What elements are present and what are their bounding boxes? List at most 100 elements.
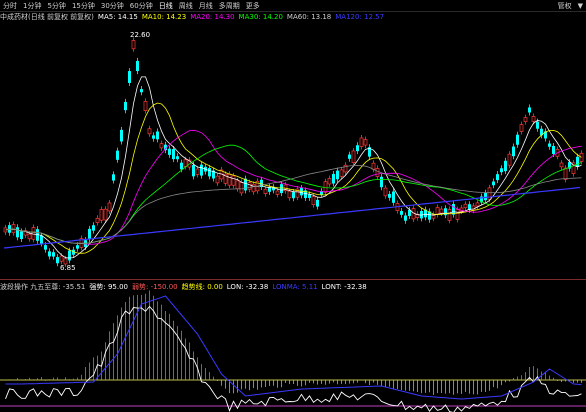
candle-body: [292, 192, 295, 199]
candle-body: [512, 146, 515, 157]
candle-body: [140, 89, 143, 93]
ma5-line: [5, 76, 582, 259]
candle-body: [339, 169, 344, 177]
candle-body: [380, 176, 383, 188]
candle-body: [31, 227, 36, 240]
high-price-annotation: 22.60: [130, 31, 150, 39]
candle-body: [59, 255, 64, 262]
candle-body: [404, 215, 407, 221]
candle-body: [332, 173, 335, 184]
candle-body: [120, 129, 123, 142]
low-price-annotation: 6.85: [60, 264, 76, 272]
candle-body: [435, 207, 440, 215]
ma20-line: [5, 129, 582, 245]
candle-body: [263, 188, 268, 194]
candle-body: [176, 156, 179, 160]
candle-body: [463, 203, 468, 209]
candle-body: [44, 245, 47, 250]
candle-body: [48, 251, 51, 257]
candle-body: [523, 117, 528, 123]
candle-body: [311, 196, 316, 206]
candle-body: [348, 154, 351, 159]
candle-body: [576, 156, 579, 167]
candle-body: [447, 209, 452, 221]
candle-body: [504, 160, 507, 172]
candle-body: [200, 164, 203, 176]
candle-body: [227, 173, 232, 186]
candle-body: [180, 162, 183, 170]
candle-body: [563, 167, 568, 180]
candle-body: [124, 101, 127, 111]
candle-body: [195, 168, 200, 175]
candle-body: [536, 121, 539, 129]
candle-body: [99, 209, 104, 221]
candle-body: [392, 191, 395, 203]
candle-body: [375, 168, 380, 177]
candle-body: [95, 217, 100, 223]
candle-body: [500, 168, 503, 173]
candle-body: [323, 181, 328, 193]
candle-body: [507, 153, 512, 166]
candle-body: [159, 143, 164, 149]
candle-body: [92, 225, 95, 231]
candle-body: [388, 193, 391, 198]
candle-body: [68, 250, 71, 261]
candle-body: [251, 183, 256, 193]
candle-body: [519, 124, 524, 132]
candle-body: [56, 257, 59, 264]
candle-body: [231, 175, 236, 186]
candle-body: [116, 150, 119, 160]
candle-body: [287, 190, 292, 199]
candle-body: [439, 208, 444, 214]
candle-body: [552, 146, 555, 154]
candle-body: [136, 60, 139, 72]
candle-body: [168, 148, 171, 155]
candle-body: [383, 187, 388, 197]
candle-body: [156, 131, 159, 140]
candle-body: [143, 100, 148, 111]
candle-body: [496, 174, 499, 181]
candle-body: [359, 137, 364, 147]
candle-body: [88, 228, 91, 240]
candle-body: [336, 170, 339, 180]
candle-body: [275, 190, 280, 195]
candle-body: [531, 116, 536, 122]
candle-body: [20, 231, 23, 240]
candle-body: [208, 167, 211, 177]
kline-chart[interactable]: 22.60 6.85: [0, 0, 586, 412]
candle-body: [327, 178, 332, 185]
candle-body: [455, 209, 460, 220]
candle-body: [371, 162, 376, 170]
candle-body: [128, 71, 131, 83]
candle-body: [147, 128, 152, 135]
candle-body: [172, 149, 175, 160]
candle-body: [548, 143, 551, 147]
candle-body: [516, 134, 519, 145]
indicator-group: [0, 290, 586, 412]
candle-body: [103, 208, 108, 221]
candle-body: [528, 107, 531, 113]
candle-body: [356, 145, 359, 152]
candle-body: [40, 235, 43, 244]
ma60-line: [5, 164, 582, 244]
candle-body: [316, 199, 319, 207]
candle-body: [235, 180, 240, 190]
candle-body: [131, 40, 136, 50]
candle-body: [152, 135, 155, 139]
candle-body: [215, 175, 220, 184]
candle-body: [475, 202, 480, 207]
candle-body: [11, 224, 16, 234]
candle-body: [16, 227, 19, 238]
candle-body: [27, 233, 32, 240]
candle-body: [484, 192, 487, 201]
candle-body: [400, 211, 403, 215]
candle-body: [280, 184, 283, 194]
candlestick-group: [3, 37, 584, 267]
candle-body: [492, 181, 495, 186]
candle-body: [351, 150, 356, 163]
candle-body: [76, 245, 79, 249]
candle-body: [363, 139, 368, 146]
candle-body: [112, 174, 115, 181]
candle-body: [308, 194, 311, 198]
candle-body: [559, 162, 564, 168]
